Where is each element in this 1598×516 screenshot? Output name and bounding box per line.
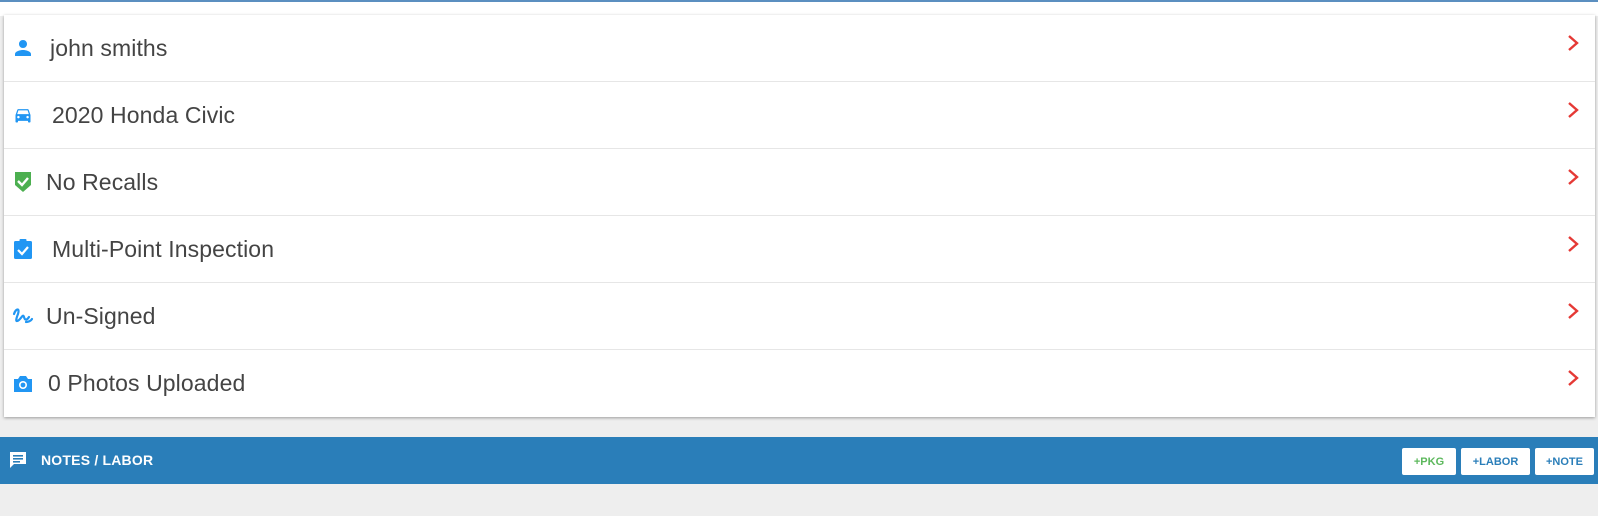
- add-note-button[interactable]: +NOTE: [1535, 448, 1594, 475]
- chevron-right-icon: [1565, 33, 1581, 53]
- row-inspection[interactable]: Multi-Point Inspection: [4, 216, 1595, 283]
- clipboard-check-icon: [12, 238, 34, 260]
- add-labor-button[interactable]: +LABOR: [1461, 448, 1530, 475]
- comment-icon: [8, 450, 28, 470]
- summary-card: john smiths 2020 Honda Civic No Recalls …: [4, 15, 1595, 417]
- photos-count: 0 Photos Uploaded: [48, 370, 246, 396]
- chevron-right-icon: [1565, 167, 1581, 187]
- chevron-right-icon: [1565, 301, 1581, 321]
- content-area: [0, 488, 1598, 516]
- shield-check-icon: [12, 171, 34, 193]
- notes-labor-title: NOTES / LABOR: [41, 452, 154, 468]
- car-icon: [12, 104, 34, 126]
- row-photos[interactable]: 0 Photos Uploaded: [4, 350, 1595, 417]
- signature-icon: [12, 305, 34, 327]
- chevron-right-icon: [1565, 100, 1581, 120]
- vehicle-name: 2020 Honda Civic: [52, 101, 236, 128]
- row-vehicle[interactable]: 2020 Honda Civic: [4, 82, 1595, 149]
- notes-labor-bar: NOTES / LABOR +PKG +LABOR +NOTE: [0, 437, 1598, 484]
- top-strip: [0, 0, 1598, 16]
- row-signature[interactable]: Un-Signed: [4, 283, 1595, 350]
- row-customer[interactable]: john smiths: [4, 15, 1595, 82]
- customer-name: john smiths: [50, 34, 168, 61]
- signature-status: Un-Signed: [46, 302, 156, 329]
- chevron-right-icon: [1565, 234, 1581, 254]
- chevron-right-icon: [1565, 368, 1581, 388]
- row-recalls[interactable]: No Recalls: [4, 149, 1595, 216]
- camera-icon: [12, 373, 34, 395]
- add-package-button[interactable]: +PKG: [1402, 448, 1456, 475]
- person-icon: [12, 37, 34, 59]
- recalls-status: No Recalls: [46, 168, 159, 195]
- inspection-label: Multi-Point Inspection: [52, 235, 275, 262]
